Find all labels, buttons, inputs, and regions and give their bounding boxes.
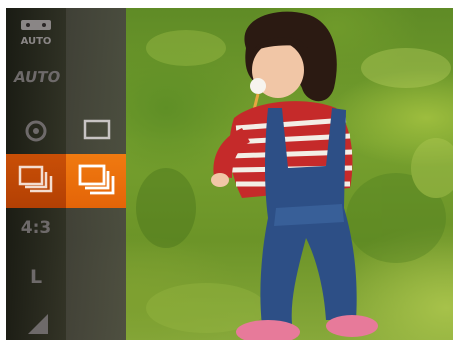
scene-auto-icon: AUTO	[21, 20, 52, 47]
menu-item-scene[interactable]: AUTO	[6, 14, 66, 50]
quality-icon	[28, 314, 48, 334]
image-size-label: L	[29, 266, 43, 288]
scene-auto-label: AUTO	[21, 36, 52, 47]
camera-screen: AUTO AUTO 4:3 L	[6, 8, 453, 340]
aspect-ratio-label: 4:3	[20, 218, 52, 238]
menu-item-quality[interactable]	[6, 310, 66, 336]
menu-item-aspect-ratio[interactable]: 4:3	[6, 218, 66, 248]
continuous-shooting-icon	[18, 165, 53, 193]
continuous-shooting-icon	[78, 164, 115, 195]
iso-icon	[25, 120, 47, 142]
menu-item-auto[interactable]: AUTO	[6, 68, 69, 98]
menu-item-iso[interactable]	[6, 116, 66, 146]
drive-option-continuous[interactable]	[66, 154, 126, 208]
drive-option-single[interactable]	[66, 112, 126, 146]
menu-item-drive[interactable]	[6, 154, 66, 208]
function-menu-column: AUTO AUTO 4:3 L	[6, 8, 66, 340]
single-shot-icon	[83, 119, 111, 140]
menu-item-image-size[interactable]: L	[6, 266, 66, 296]
auto-mode-label: AUTO	[12, 68, 62, 86]
